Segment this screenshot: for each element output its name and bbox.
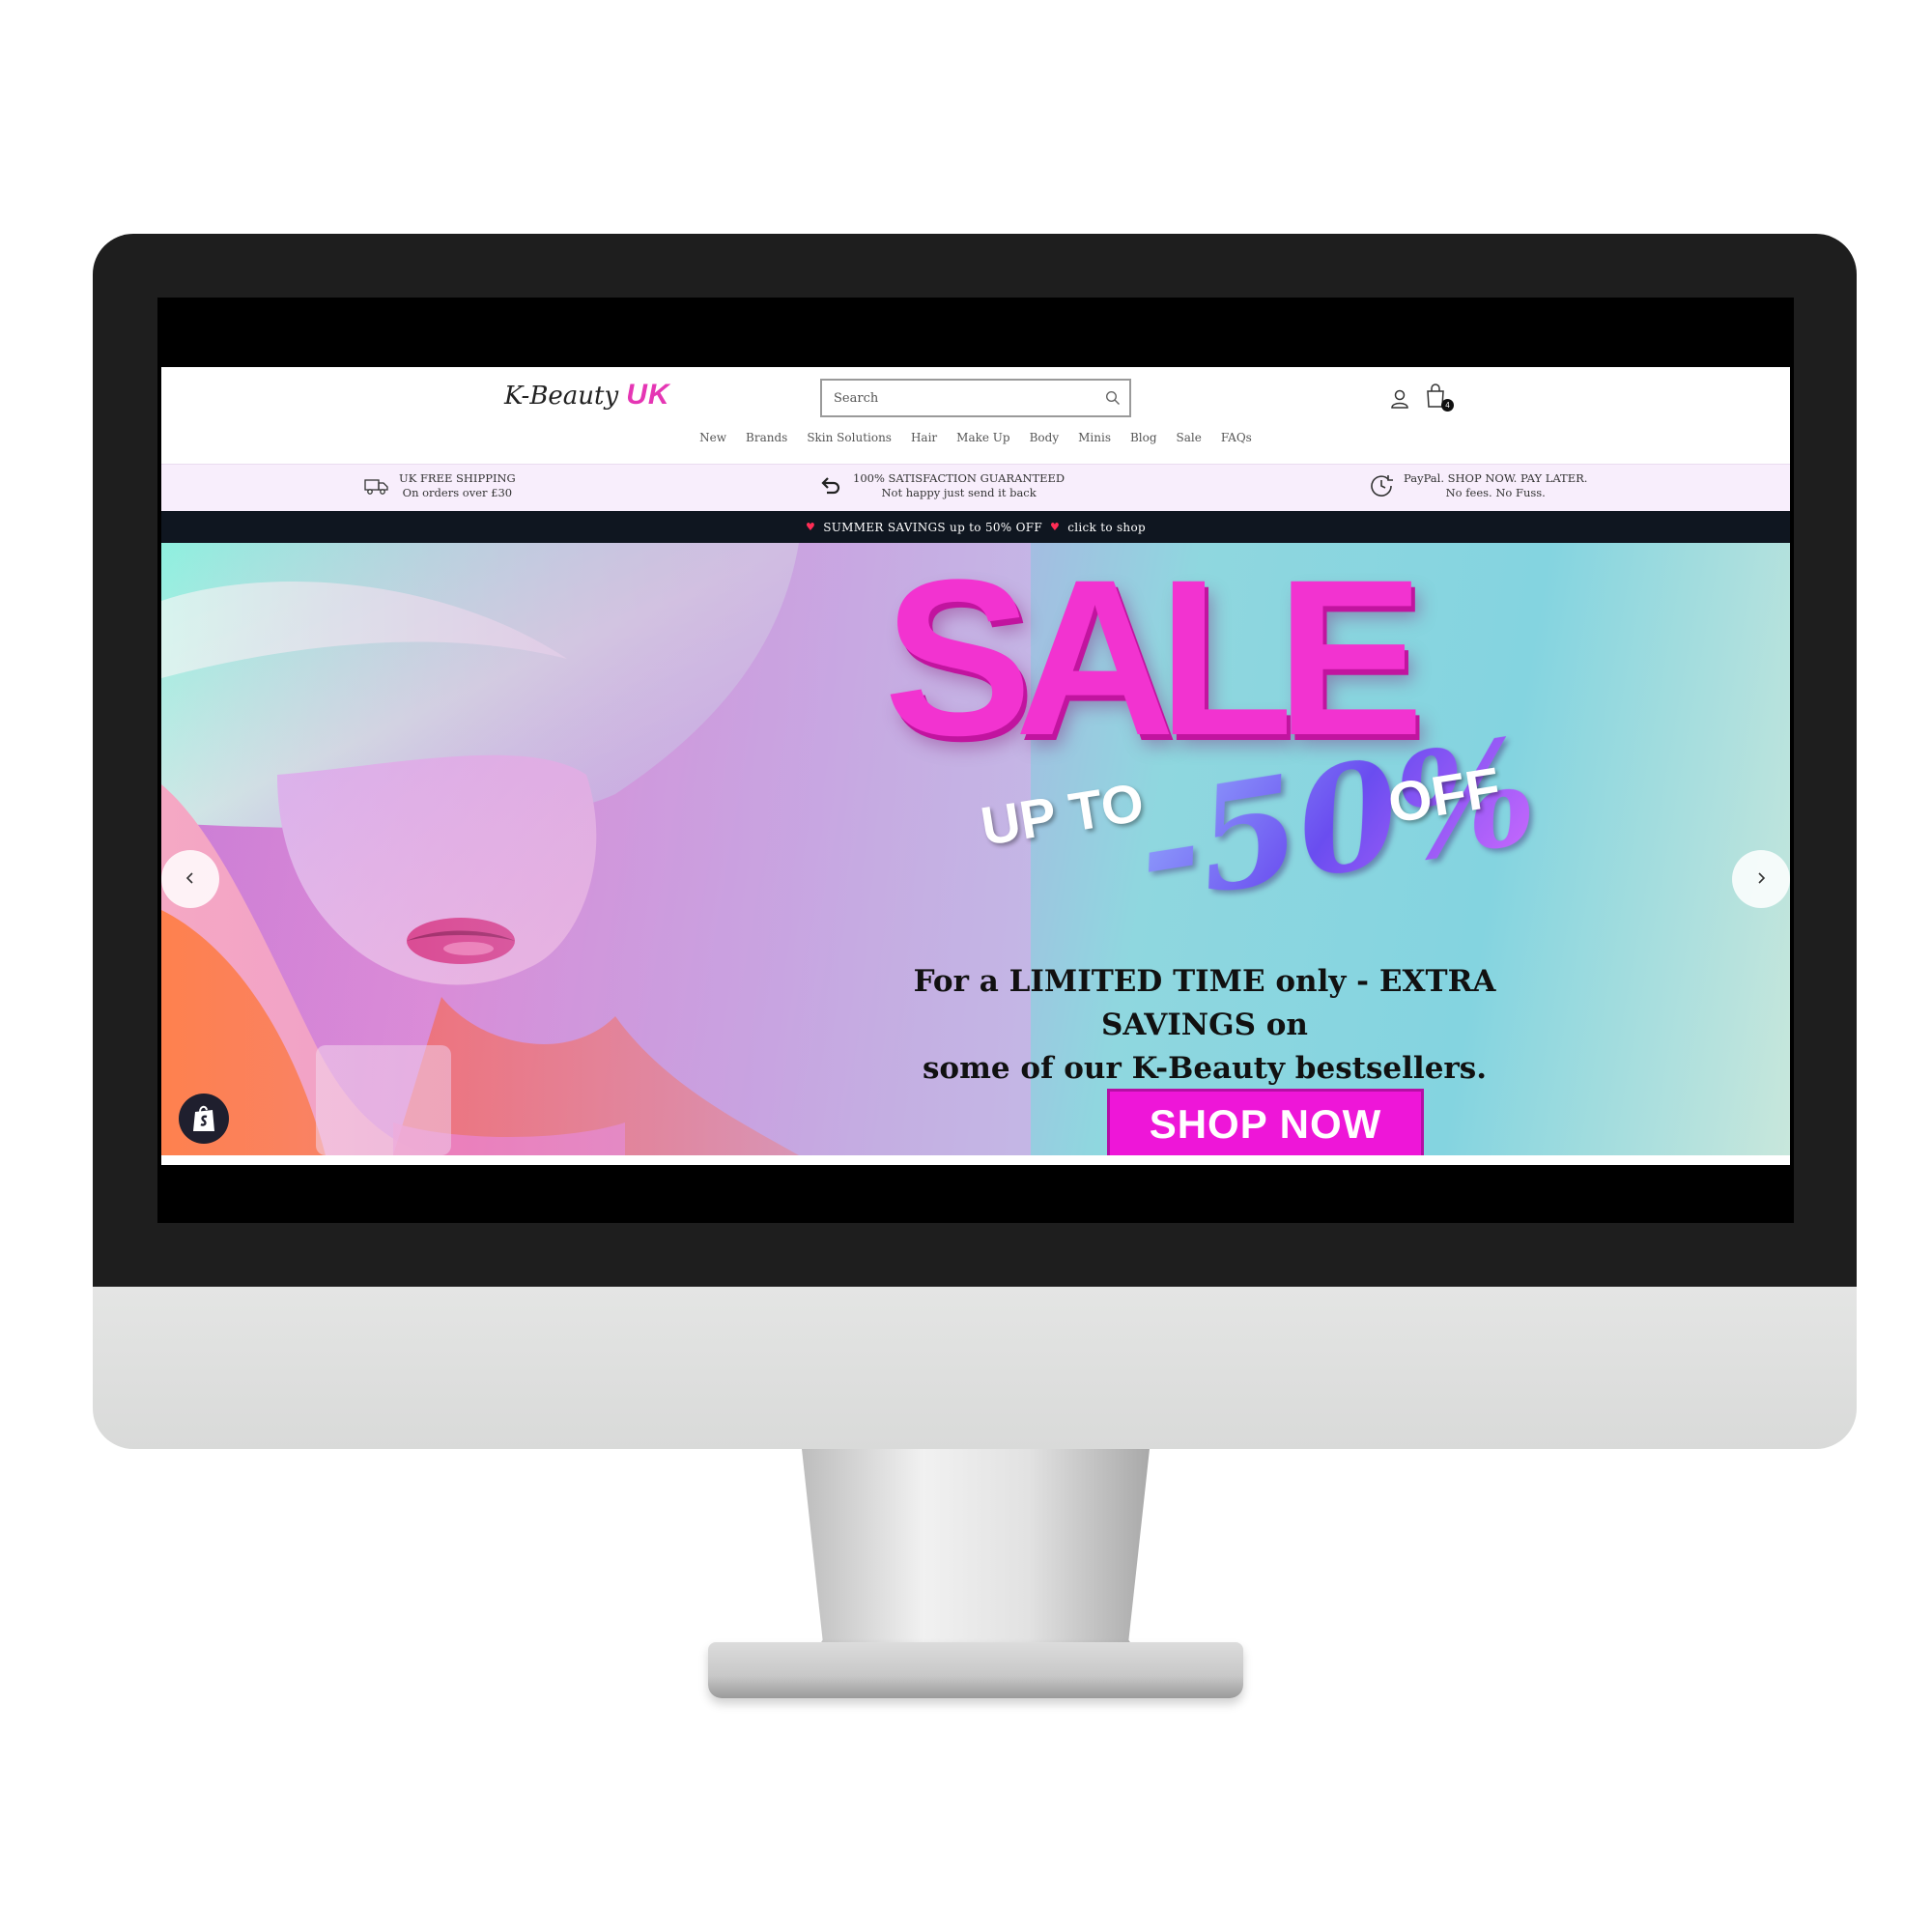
usp-title: UK FREE SHIPPING	[399, 471, 516, 485]
chevron-right-icon	[1754, 870, 1768, 889]
heart-icon: ♥	[1050, 521, 1061, 533]
usp-subtitle: No fees. No Fuss.	[1445, 486, 1546, 499]
search-input[interactable]	[822, 381, 1096, 415]
chevron-left-icon	[184, 870, 197, 889]
usp-subtitle: On orders over £30	[402, 486, 513, 499]
nav-item-body[interactable]: Body	[1030, 431, 1060, 444]
monitor-stand-neck	[802, 1449, 1150, 1671]
nav-item-make-up[interactable]: Make Up	[956, 431, 1009, 444]
logo-accent-text: UK	[626, 379, 670, 411]
announcement-bar[interactable]: ♥ SUMMER SAVINGS up to 50% OFF ♥ click t…	[161, 511, 1790, 543]
return-arrow-icon	[818, 473, 843, 498]
usp-title: 100% SATISFACTION GUARANTEED	[853, 471, 1065, 485]
account-icon[interactable]	[1387, 386, 1412, 412]
nav-item-sale[interactable]: Sale	[1177, 431, 1202, 444]
delivery-truck-icon	[364, 473, 389, 498]
website: K-Beauty UK 4 New Brands Skin Solutions	[161, 367, 1790, 1165]
nav-item-brands[interactable]: Brands	[746, 431, 787, 444]
monitor-screen: K-Beauty UK 4 New Brands Skin Solutions	[157, 298, 1794, 1223]
hero-promo-text: For a LIMITED TIME only - EXTRA SAVINGS …	[857, 960, 1552, 1091]
nav-item-blog[interactable]: Blog	[1130, 431, 1157, 444]
cart-icon[interactable]: 4	[1423, 383, 1454, 412]
main-nav: New Brands Skin Solutions Hair Make Up B…	[161, 431, 1790, 444]
nav-item-skin-solutions[interactable]: Skin Solutions	[807, 431, 892, 444]
announcement-text: SUMMER SAVINGS up to 50% OFF	[823, 520, 1043, 534]
usp-free-shipping: UK FREE SHIPPING On orders over £30	[364, 471, 516, 500]
usp-subtitle: Not happy just send it back	[881, 486, 1037, 499]
usp-bar: UK FREE SHIPPING On orders over £30 100%…	[161, 465, 1790, 511]
hero-slideshow: SALE UP TO -50% OFF For a LIMITED TIME o…	[161, 543, 1790, 1155]
monitor-chin	[93, 1287, 1857, 1449]
monitor-stand-foot	[708, 1642, 1243, 1698]
site-header: K-Beauty UK 4 New Brands Skin Solutions	[161, 367, 1790, 465]
clock-icon	[1369, 473, 1394, 498]
search-icon[interactable]	[1096, 381, 1129, 415]
promo-line: For a LIMITED TIME only - EXTRA SAVINGS …	[913, 964, 1496, 1042]
announcement-link[interactable]: click to shop	[1067, 521, 1146, 534]
usp-title: PayPal. SHOP NOW. PAY LATER.	[1404, 471, 1588, 485]
usp-paypal: PayPal. SHOP NOW. PAY LATER. No fees. No…	[1369, 471, 1587, 500]
usp-satisfaction: 100% SATISFACTION GUARANTEED Not happy j…	[818, 471, 1065, 500]
site-logo[interactable]: K-Beauty UK	[504, 379, 670, 425]
cart-count-badge: 4	[1441, 399, 1454, 412]
shop-now-button[interactable]: SHOP NOW	[1107, 1089, 1424, 1155]
nav-item-new[interactable]: New	[699, 431, 726, 444]
search-box	[820, 379, 1131, 417]
nav-item-hair[interactable]: Hair	[911, 431, 937, 444]
logo-script-text: K-Beauty	[504, 382, 619, 411]
promo-line: some of our K-Beauty bestsellers.	[922, 1051, 1488, 1086]
slide-next-button[interactable]	[1732, 850, 1790, 908]
shopify-bag-icon[interactable]	[179, 1094, 229, 1144]
nav-item-faqs[interactable]: FAQs	[1221, 431, 1252, 444]
slide-prev-button[interactable]	[161, 850, 219, 908]
heart-icon: ♥	[806, 521, 816, 533]
nav-item-minis[interactable]: Minis	[1078, 431, 1111, 444]
